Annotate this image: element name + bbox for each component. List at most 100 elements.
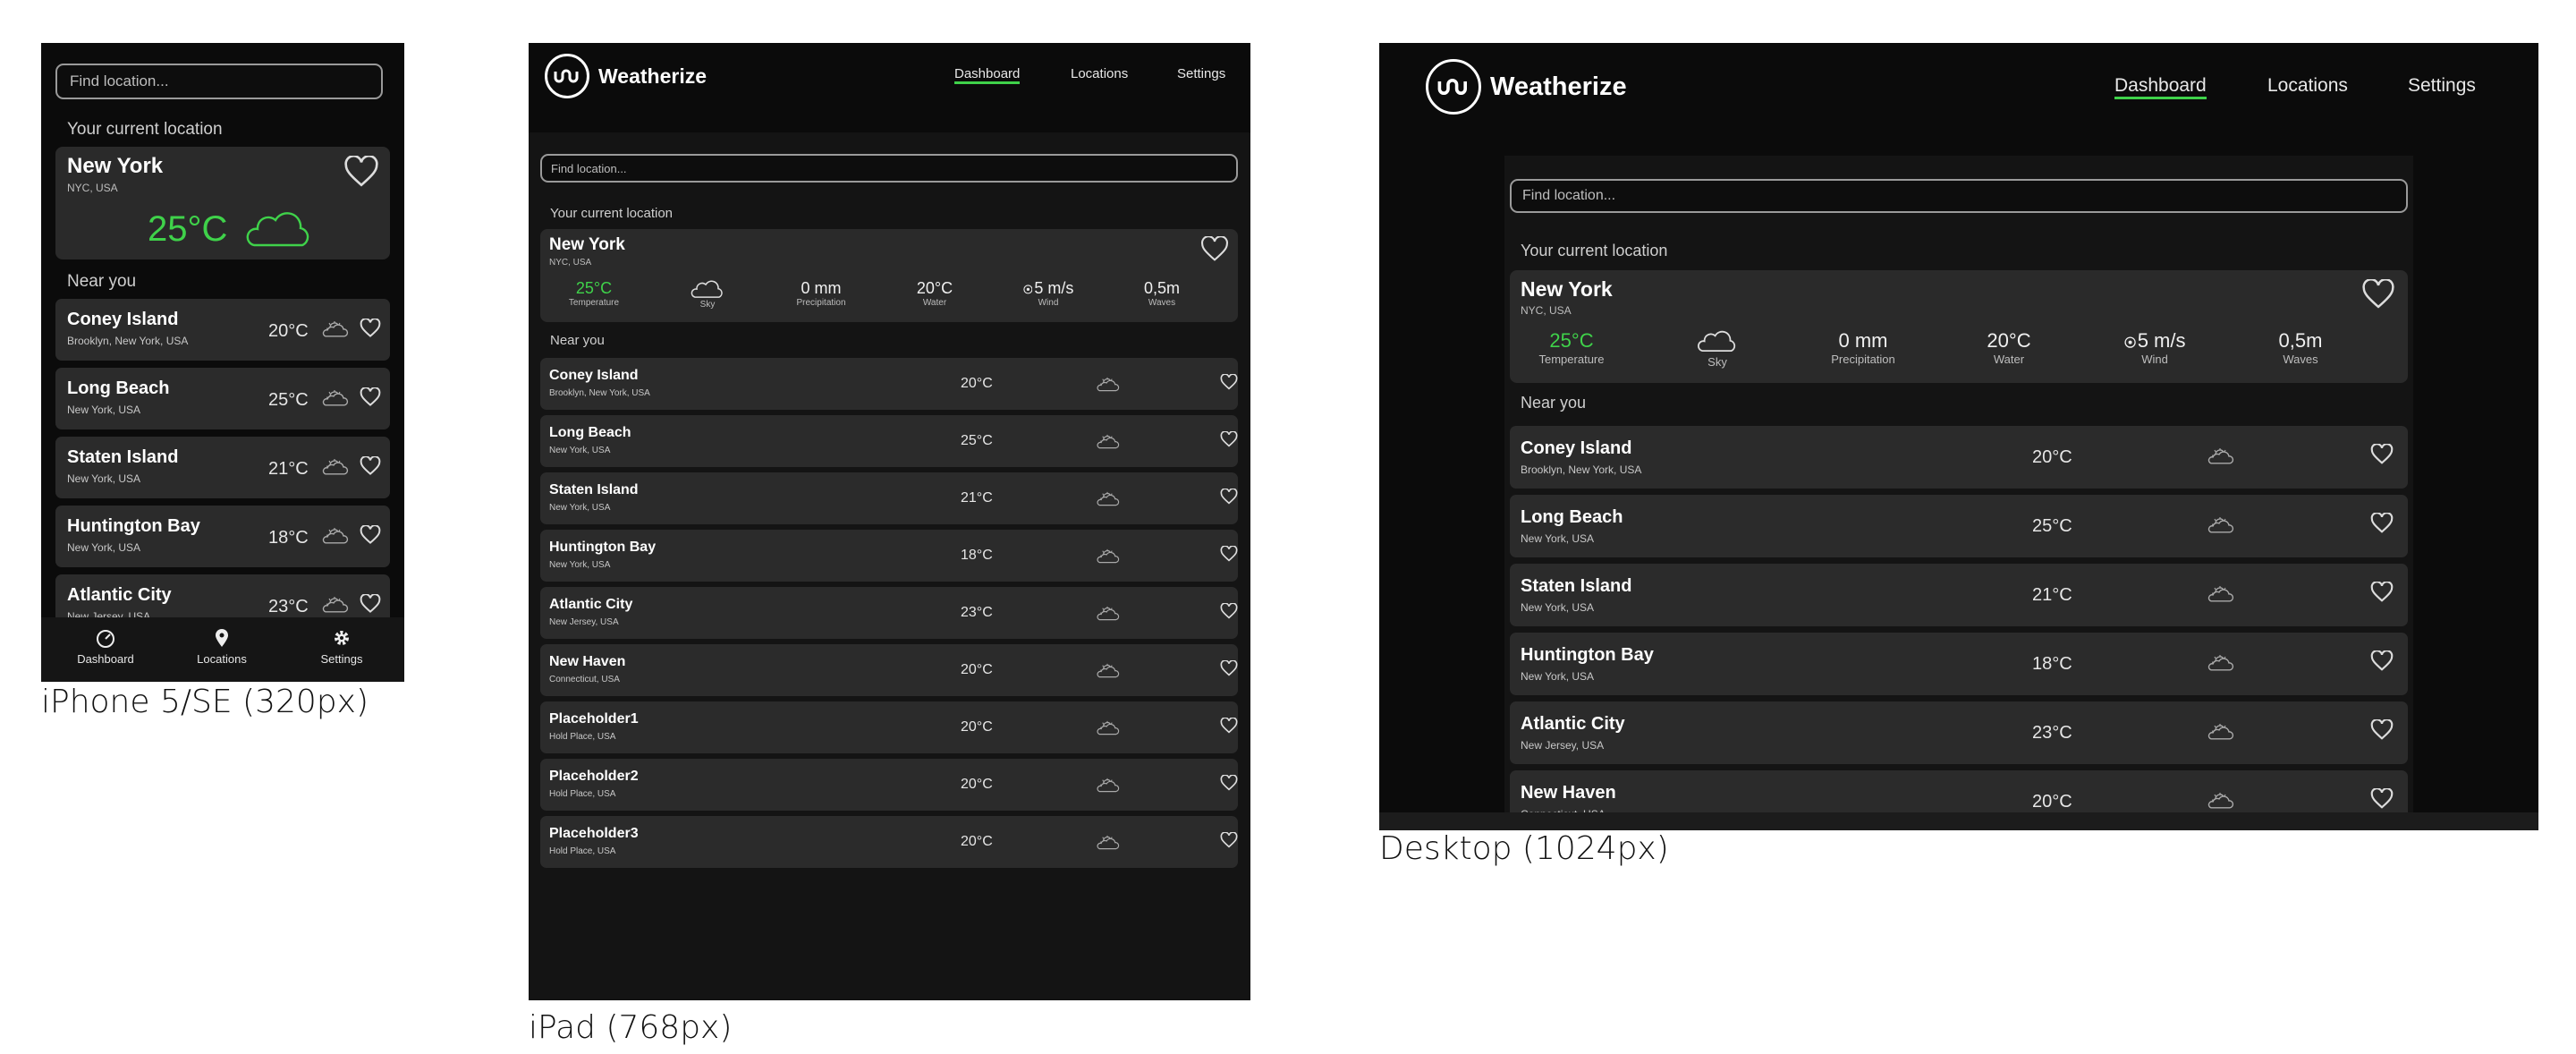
location-name: Placeholder1 (549, 711, 639, 727)
heart-icon[interactable] (1220, 660, 1238, 676)
location-temp: 18°C (2032, 654, 2072, 674)
logo-icon (545, 54, 589, 98)
partly-cloudy-icon (1097, 778, 1120, 793)
nav-dashboard[interactable]: Dashboard (2114, 75, 2207, 99)
stat-label: Temperature (1538, 353, 1605, 366)
nav-dashboard[interactable]: Dashboard (954, 66, 1021, 84)
location-name: Huntington Bay (1521, 645, 1654, 665)
stat-value: 0 mm (801, 279, 842, 297)
list-item[interactable]: Huntington Bay New York, USA 18°C (55, 506, 390, 567)
heart-icon[interactable] (2370, 513, 2394, 533)
logo-icon (1426, 59, 1481, 115)
stat-value: 0 mm (1838, 329, 1888, 352)
stat-sky: Sky (1656, 329, 1779, 369)
stat-wind: 5 m/s Wind (2093, 329, 2216, 366)
heart-icon[interactable] (1220, 603, 1238, 619)
stat-temperature: 25°C Temperature (546, 279, 642, 308)
stat-value: 20°C (916, 279, 953, 297)
tab-settings[interactable]: Settings (295, 628, 388, 666)
heart-icon[interactable] (1220, 718, 1238, 734)
list-item[interactable]: Coney Island Brooklyn, New York, USA 20°C (55, 299, 390, 361)
near-you-label: Near you (1521, 394, 1587, 412)
partly-cloudy-icon (322, 527, 349, 544)
partly-cloudy-icon (322, 320, 349, 337)
desktop-content-panel: Find location... Your current location N… (1504, 156, 2413, 812)
heart-icon[interactable] (360, 594, 381, 614)
heart-icon[interactable] (1200, 236, 1229, 262)
heart-icon[interactable] (1220, 431, 1238, 447)
heart-icon[interactable] (2370, 444, 2394, 464)
heart-icon[interactable] (343, 156, 379, 188)
heart-icon[interactable] (1220, 775, 1238, 791)
heart-icon[interactable] (1220, 832, 1238, 848)
location-region: Hold Place, USA (549, 789, 616, 799)
list-item[interactable]: Huntington Bay New York, USA 18°C (540, 530, 1238, 582)
gear-icon (335, 631, 349, 645)
tab-locations[interactable]: Locations (175, 628, 268, 666)
heart-icon[interactable] (1220, 546, 1238, 562)
heart-icon[interactable] (360, 456, 381, 476)
heart-icon[interactable] (2370, 788, 2394, 809)
tablet-brand[interactable]: Weatherize (545, 54, 707, 98)
gauge-icon (97, 630, 114, 648)
list-item[interactable]: Atlantic City New Jersey, USA 23°C (540, 587, 1238, 639)
list-item[interactable]: Staten Island New York, USA 21°C (1510, 564, 2408, 626)
list-item[interactable]: Placeholder2 Hold Place, USA 20°C (540, 759, 1238, 811)
list-item[interactable]: Staten Island New York, USA 21°C (540, 472, 1238, 524)
list-item[interactable]: Long Beach New York, USA 25°C (540, 415, 1238, 467)
location-temp: 20°C (961, 376, 993, 391)
location-name: Long Beach (1521, 507, 1623, 527)
list-item[interactable]: Placeholder1 Hold Place, USA 20°C (540, 701, 1238, 753)
tablet-frame: Weatherize Dashboard Locations Settings … (529, 43, 1250, 1000)
heart-icon[interactable] (360, 525, 381, 545)
heart-icon[interactable] (2370, 582, 2394, 602)
list-item[interactable]: Coney Island Brooklyn, New York, USA 20°C (540, 358, 1238, 410)
list-item[interactable]: New HavenConnecticut, USA20°C (1510, 770, 2408, 812)
tab-locations-label: Locations (197, 652, 247, 666)
location-name: Long Beach (67, 378, 170, 398)
location-name: Huntington Bay (549, 540, 657, 555)
location-region: Connecticut, USA (549, 675, 620, 684)
nav-locations[interactable]: Locations (2267, 75, 2348, 97)
stat-label: Sky (699, 300, 716, 310)
heart-icon[interactable] (2370, 719, 2394, 740)
heart-icon[interactable] (2361, 279, 2395, 310)
nav-settings[interactable]: Settings (1177, 66, 1225, 81)
tab-dashboard[interactable]: Dashboard (59, 628, 152, 666)
location-temp: 20°C (961, 662, 993, 677)
list-item[interactable]: Staten Island New York, USA 21°C (55, 437, 390, 498)
nav-locations[interactable]: Locations (1071, 66, 1128, 81)
current-location-card[interactable]: New York NYC, USA 25°C Temperature Sky 0 mm… (1510, 270, 2408, 383)
brand-name: Weatherize (598, 64, 708, 88)
heart-icon[interactable] (360, 387, 381, 407)
location-region: Brooklyn, New York, USA (1521, 463, 1642, 476)
search-input[interactable]: Find location... (1510, 179, 2408, 213)
location-temp: 21°C (961, 490, 993, 506)
list-item[interactable]: Placeholder3 Hold Place, USA 20°C (540, 816, 1238, 868)
location-region: Brooklyn, New York, USA (549, 388, 650, 398)
search-input[interactable]: Find location... (55, 64, 383, 99)
heart-icon[interactable] (2370, 650, 2394, 671)
location-temp: 20°C (961, 777, 993, 792)
list-item[interactable]: Coney Island Brooklyn, New York, USA 20°C (1510, 426, 2408, 489)
nav-settings[interactable]: Settings (2408, 75, 2476, 97)
list-item[interactable]: Atlantic City New Jersey, USA 23°C (1510, 701, 2408, 764)
heart-icon[interactable] (360, 319, 381, 338)
search-input[interactable]: Find location... (540, 154, 1238, 183)
location-region: New York, USA (67, 472, 141, 485)
stat-label: Wind (1038, 298, 1059, 308)
current-location-card[interactable]: New York NYC, USA 25°C (55, 147, 390, 259)
location-temp: 23°C (2032, 723, 2072, 743)
heart-icon[interactable] (1220, 374, 1238, 390)
list-item[interactable]: Huntington Bay New York, USA 18°C (1510, 633, 2408, 695)
stat-waves: 0,5m Waves (2239, 329, 2362, 366)
partly-cloudy-icon (1097, 434, 1120, 449)
list-item[interactable]: Long Beach New York, USA 25°C (1510, 495, 2408, 557)
list-item[interactable]: New HavenConnecticut, USA20°C (540, 644, 1238, 696)
brand-name: Weatherize (1490, 72, 1627, 101)
current-location-card[interactable]: New York NYC, USA 25°C Temperature Sky 0 mm… (540, 229, 1238, 322)
list-item[interactable]: Long Beach New York, USA 25°C (55, 368, 390, 429)
search-placeholder: Find location... (70, 72, 169, 89)
desktop-brand[interactable]: Weatherize (1426, 59, 1627, 115)
heart-icon[interactable] (1220, 489, 1238, 505)
